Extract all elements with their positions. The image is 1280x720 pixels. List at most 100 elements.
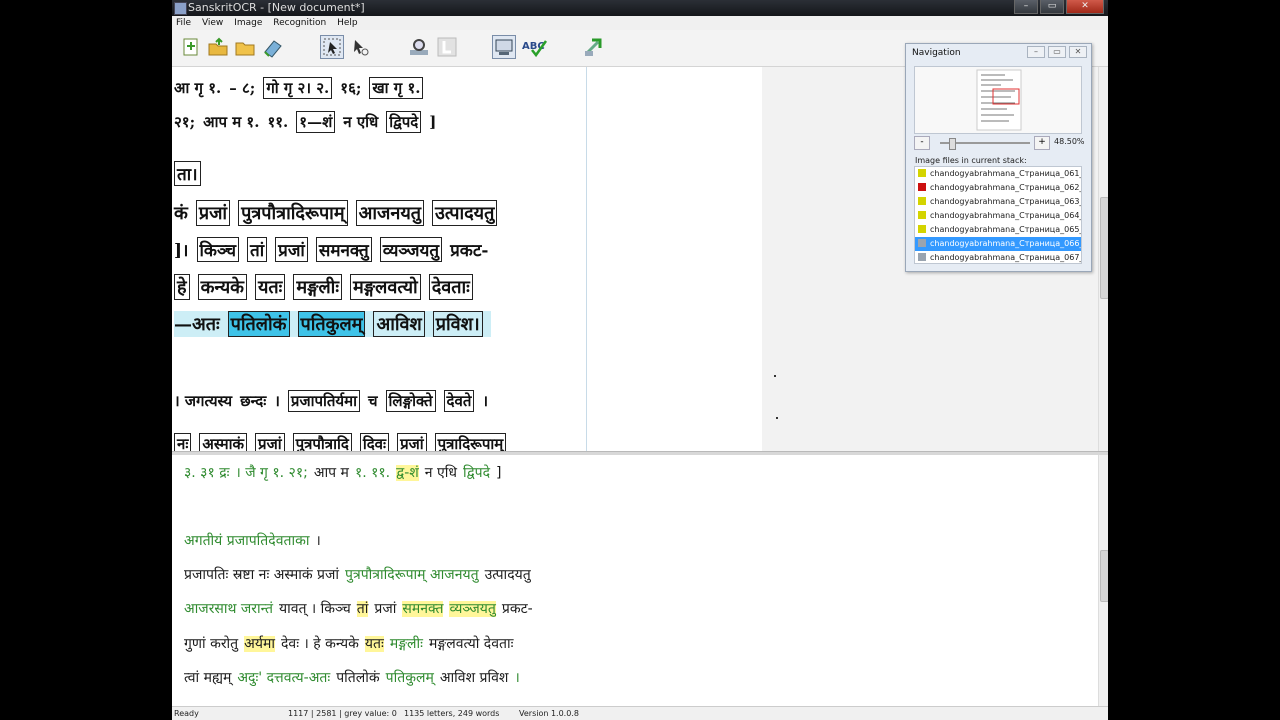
scan-word[interactable]: ११. bbox=[267, 113, 288, 131]
text-token[interactable]: व्यञ्जयतु bbox=[449, 601, 496, 617]
open-folder-icon[interactable] bbox=[234, 36, 256, 58]
scan-word[interactable]: प्रजां bbox=[255, 433, 285, 451]
line-icon[interactable] bbox=[436, 36, 458, 58]
text-token[interactable]: । bbox=[514, 670, 519, 686]
scan-word[interactable]: प्रजापतिर्यमा bbox=[287, 390, 360, 412]
text-token[interactable]: । जै गृ १. २१; bbox=[235, 465, 307, 481]
scan-word[interactable]: खा गृ १. bbox=[369, 77, 424, 99]
scan-word[interactable]: प्रजां bbox=[275, 237, 308, 262]
scan-word[interactable]: पुत्रादिरूपाम् bbox=[434, 433, 507, 451]
title-bar[interactable]: SanskritOCR - [New document*] – ▭ ✕ bbox=[172, 0, 1108, 16]
scan-word[interactable]: किञ्च bbox=[196, 237, 240, 262]
scan-word[interactable]: आजनयतु bbox=[355, 200, 425, 226]
scan-word[interactable]: हे bbox=[174, 274, 190, 300]
scan-word[interactable]: पतिलोकं bbox=[227, 311, 290, 337]
file-list-item[interactable]: chandogyabrahmana_Страница_067_0 bbox=[915, 251, 1081, 263]
text-token[interactable]: प्रजापतिः स्रष्टा नः अस्माकं प्रजां bbox=[184, 567, 339, 583]
scan-word[interactable]: समनक्तु bbox=[315, 237, 372, 262]
scan-word[interactable]: आ गृ १. bbox=[174, 79, 221, 97]
scan-word[interactable]: मङ्गलवत्यो bbox=[349, 274, 421, 300]
scan-word[interactable]: छन्दः bbox=[240, 392, 266, 410]
text-scrollbar[interactable] bbox=[1098, 455, 1108, 706]
scan-word[interactable]: । bbox=[274, 392, 280, 410]
scan-word[interactable]: २१; bbox=[174, 113, 195, 131]
scan-word[interactable]: आविश bbox=[373, 311, 425, 337]
text-token[interactable]: मङ्गलवत्यो देवताः bbox=[429, 636, 513, 652]
text-token[interactable]: मङ्गलीः bbox=[390, 636, 423, 652]
zoom-out-button[interactable]: - bbox=[914, 136, 930, 150]
pointer-icon[interactable] bbox=[320, 35, 344, 59]
text-token[interactable]: पुत्रपौत्रादिरूपाम् आजनयतु bbox=[345, 567, 479, 583]
scan-word[interactable]: कं bbox=[174, 203, 188, 224]
text-token[interactable]: अगतीयं प्रजापतिदेवताका bbox=[184, 533, 310, 549]
text-token[interactable]: । bbox=[316, 533, 321, 549]
page-thumbnail[interactable] bbox=[914, 66, 1082, 134]
text-token[interactable]: न एधि bbox=[425, 465, 457, 481]
save-icon[interactable] bbox=[262, 36, 284, 58]
scan-word[interactable]: आप म १. bbox=[203, 113, 259, 131]
scan-word[interactable]: देवते bbox=[443, 390, 475, 412]
text-token[interactable]: ] bbox=[496, 465, 501, 481]
text-token[interactable]: यावत् । किञ्च bbox=[279, 601, 351, 617]
scan-word[interactable]: प्रविश। bbox=[432, 311, 483, 337]
scan-word[interactable]: । bbox=[482, 392, 488, 410]
nav-minimize-button[interactable]: – bbox=[1027, 46, 1045, 58]
text-token[interactable]: अर्यमा bbox=[244, 636, 275, 652]
scan-word[interactable]: – ८; bbox=[229, 79, 255, 97]
menu-view[interactable]: View bbox=[198, 16, 227, 30]
scan-word[interactable]: तां bbox=[247, 237, 268, 262]
text-token[interactable]: ३. ३१ द्रः bbox=[184, 465, 229, 481]
scan-word[interactable]: पतिकुलम् bbox=[297, 311, 366, 337]
scan-word[interactable]: पुत्रपौत्रादि bbox=[292, 433, 352, 451]
text-token[interactable]: देवः । हे कन्यके bbox=[281, 636, 359, 652]
scan-word[interactable]: दिवः bbox=[359, 433, 390, 451]
text-token[interactable]: तां bbox=[356, 601, 369, 617]
scan-word[interactable]: गो गृ २। २. bbox=[263, 77, 333, 99]
scan-word[interactable]: प्रजां bbox=[397, 433, 427, 451]
file-list-item[interactable]: chandogyabrahmana_Страница_065_0 bbox=[915, 223, 1081, 237]
image-scroll-thumb[interactable] bbox=[1100, 197, 1108, 299]
text-token[interactable]: द्विपदे bbox=[463, 465, 490, 481]
minimize-button[interactable]: – bbox=[1014, 0, 1038, 14]
text-token[interactable]: पतिलोकं bbox=[336, 670, 379, 686]
scan-word[interactable]: १—शं bbox=[296, 111, 336, 133]
text-token[interactable]: प्रकट- bbox=[502, 601, 533, 617]
export-icon[interactable] bbox=[582, 36, 604, 58]
scan-word[interactable]: प्रकट- bbox=[450, 241, 488, 261]
scan-word[interactable]: । जगत्यस्य bbox=[174, 392, 232, 410]
open-icon[interactable] bbox=[207, 36, 229, 58]
recognized-text-pane[interactable]: ३. ३१ द्रः । जै गृ १. २१; आप म १. ११. द्व-शं… bbox=[172, 455, 1108, 706]
scan-word[interactable]: ] bbox=[429, 113, 436, 131]
scan-word[interactable]: लिङ्गोक्ते bbox=[385, 390, 436, 412]
zoom-slider-thumb[interactable] bbox=[949, 138, 956, 150]
text-token[interactable]: अदुः' दत्तवत्य-अतः bbox=[237, 670, 330, 686]
text-token[interactable]: उत्पादयतु bbox=[485, 567, 531, 583]
file-list-item[interactable]: chandogyabrahmana_Страница_062_0 bbox=[915, 181, 1081, 195]
zoom-in-button[interactable]: + bbox=[1034, 136, 1050, 150]
scan-word[interactable]: पुत्रपौत्रादिरूपाम् bbox=[238, 200, 348, 226]
nav-close-button[interactable]: ✕ bbox=[1069, 46, 1087, 58]
select-icon[interactable] bbox=[349, 36, 371, 58]
text-token[interactable]: १. ११. bbox=[355, 465, 390, 481]
menu-image[interactable]: Image bbox=[230, 16, 266, 30]
scan-word[interactable]: व्यञ्जयतु bbox=[379, 237, 443, 262]
scan-word[interactable]: च bbox=[368, 392, 378, 410]
text-token[interactable]: द्व-शं bbox=[396, 465, 419, 481]
scan-word[interactable]: उत्पादयतु bbox=[432, 200, 498, 226]
text-token[interactable]: आप म bbox=[314, 465, 349, 481]
text-token[interactable]: पतिकुलम् bbox=[386, 670, 434, 686]
menu-help[interactable]: Help bbox=[333, 16, 362, 30]
scan-word[interactable]: नः bbox=[174, 433, 192, 451]
text-token[interactable]: प्रजां bbox=[374, 601, 396, 617]
scan-word[interactable]: न एधि bbox=[343, 113, 378, 131]
scan-word[interactable]: १६; bbox=[340, 79, 361, 97]
scan-word[interactable]: द्विपदे bbox=[386, 111, 422, 133]
text-token[interactable]: समनक्त bbox=[402, 601, 444, 617]
file-list-item[interactable]: chandogyabrahmana_Страница_066_0 bbox=[915, 237, 1081, 251]
new-icon[interactable] bbox=[180, 36, 202, 58]
scan-word[interactable]: मङ्गलीः bbox=[293, 274, 342, 300]
text-token[interactable]: त्वां मह्यम् bbox=[184, 670, 231, 686]
text-token[interactable]: आजरसाथ जरान्तं bbox=[184, 601, 273, 617]
file-stack-list[interactable]: chandogyabrahmana_Страница_061_0 chandogy… bbox=[914, 166, 1082, 264]
menu-recognition[interactable]: Recognition bbox=[269, 16, 330, 30]
